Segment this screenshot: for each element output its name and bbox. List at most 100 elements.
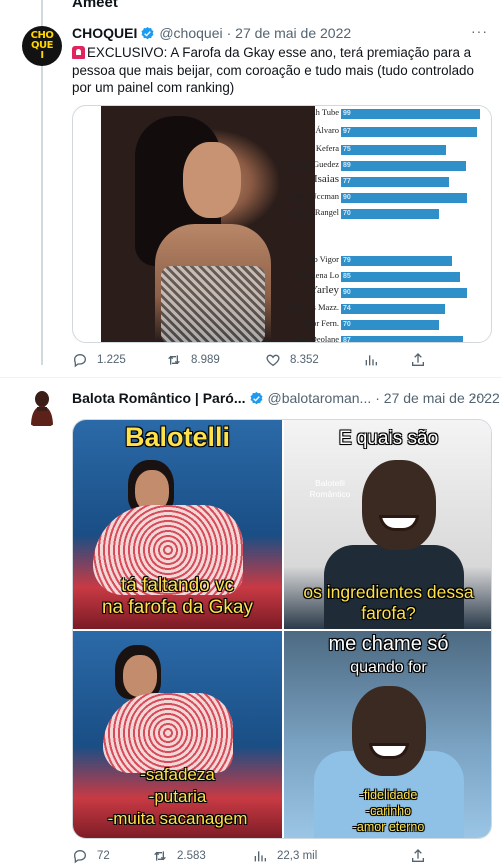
- share-icon: [412, 353, 424, 366]
- ranking-bar: 77: [341, 177, 449, 187]
- ranking-row: Álvaro 97: [305, 125, 481, 139]
- reply-icon: [73, 849, 87, 864]
- tweet1-handle[interactable]: @choquei: [159, 25, 222, 41]
- ranking-row: Rafa Uccman 90: [293, 191, 481, 205]
- avatar-choquei[interactable]: CHO QUE I: [22, 26, 62, 66]
- share-button[interactable]: [410, 352, 426, 368]
- retweet-count: 8.989: [191, 354, 220, 366]
- avatar-balota-romantico[interactable]: [22, 388, 62, 428]
- tweet1-date[interactable]: · 27 de mai de 2022: [227, 25, 352, 41]
- ranking-bar: 87: [341, 336, 463, 343]
- reply-icon: [73, 353, 87, 368]
- ranking-bar: 74: [341, 304, 445, 314]
- ranking-value: 90: [343, 289, 351, 296]
- ranking-row: Lucas Guedez 89: [291, 159, 481, 173]
- woman-portrait-photo: [101, 106, 315, 342]
- ranking-bar: 90: [341, 288, 467, 298]
- panel3-head-shape: [123, 655, 157, 697]
- meme-caption-p3-list: -safadeza -putaria -muita sacanagem: [73, 764, 282, 830]
- tweet1-author-name[interactable]: CHOQUEI: [72, 25, 137, 41]
- ranking-name: Pequena Lo: [298, 270, 339, 280]
- avatar-text-line-3: I: [40, 50, 44, 61]
- share-button[interactable]: [410, 848, 426, 864]
- ranking-name: Yarley: [310, 284, 339, 296]
- tweet1-image[interactable]: Viih Tube 99 Álvaro 97 Kefera 75 Lucas Guedez 8…: [72, 105, 492, 343]
- tweet2-author-name[interactable]: Balota Romântico | Paró...: [72, 390, 246, 406]
- panel2-head-shape: [362, 460, 436, 550]
- meme-line: farofa?: [361, 603, 416, 623]
- tweet2-meme-image[interactable]: Balotelli tá faltando vc na farofa da Gk…: [72, 419, 492, 839]
- meme-caption-p4-top: me chame só quando for: [284, 633, 491, 679]
- ranking-row: Pequena Lo 85: [299, 270, 481, 284]
- ranking-bar: 97: [341, 127, 477, 137]
- meme-line: tá faltando vc: [120, 575, 235, 596]
- ranking-name: Álvaro: [315, 125, 339, 135]
- watermark-line: Balotelli: [315, 478, 345, 488]
- ranking-name: Gil do Vigor: [296, 254, 339, 264]
- reply-count: 1.225: [97, 354, 126, 366]
- previous-tweet-cut-text: Ameet: [72, 0, 118, 11]
- meme-line: me chame só: [328, 633, 449, 655]
- tweet1-text: EXCLUSIVO: A Farofa da Gkay esse ano, te…: [72, 44, 482, 97]
- ranking-value: 77: [343, 178, 351, 185]
- reply-button[interactable]: 72: [72, 848, 110, 864]
- meme-line: quando for: [350, 659, 427, 676]
- photo-face-shape: [183, 142, 241, 218]
- retweet-button[interactable]: 8.989: [166, 352, 220, 368]
- meme-line: -amor eterno: [352, 820, 425, 834]
- ranking-row: Matheus Mazz. 74: [287, 302, 481, 316]
- watermark-text: Balotelli Romântico: [302, 478, 358, 500]
- ranking-bar: 70: [341, 209, 439, 219]
- tweet2-header: Balota Romântico | Paró... @balotaroman.…: [72, 390, 500, 406]
- ranking-name: Lucas Rangel: [292, 207, 340, 217]
- more-options-icon[interactable]: ···: [471, 388, 488, 404]
- ranking-row: Viih Tube 99: [305, 107, 481, 121]
- ranking-bar: 70: [341, 320, 439, 330]
- views-chart-icon: [254, 851, 266, 862]
- tweet2-handle[interactable]: @balotaroman...: [268, 390, 372, 406]
- ranking-value: 99: [343, 110, 351, 117]
- tweet2-actions: 72 2.583 22,3 mil: [72, 848, 492, 866]
- meme-caption-balotelli: Balotelli: [124, 422, 231, 452]
- retweet-count: 2.583: [177, 850, 206, 862]
- meme-line: -muita sacanagem: [107, 809, 248, 828]
- ranking-value: 97: [343, 128, 351, 135]
- share-icon: [412, 849, 424, 862]
- meme-line: -fidelidade: [359, 788, 418, 802]
- meme-line: -carinho: [365, 804, 412, 818]
- kiss-ranking-panel: Viih Tube 99 Álvaro 97 Kefera 75 Lucas Guedez 8…: [287, 106, 491, 343]
- ranking-bar: 99: [341, 109, 480, 119]
- meme-line: os ingredientes dessa: [303, 582, 474, 602]
- ranking-value: 70: [343, 210, 351, 217]
- ranking-value: 70: [343, 321, 351, 328]
- ranking-name: Dra Deolane: [295, 334, 339, 343]
- retweet-button[interactable]: 2.583: [152, 848, 206, 864]
- watermark-line: Romântico: [309, 489, 351, 499]
- meme-panel-3: -safadeza -putaria -muita sacanagem: [73, 631, 282, 838]
- ranking-value: 75: [343, 146, 351, 153]
- ranking-row: Yarley 90: [305, 284, 481, 300]
- views-button[interactable]: 22,3 mil: [252, 848, 317, 864]
- verified-badge-icon: [250, 391, 263, 404]
- like-button[interactable]: 8.352: [265, 352, 319, 368]
- ranking-row: Lucas Rangel 70: [293, 207, 481, 221]
- ranking-value: 87: [343, 337, 351, 343]
- more-options-icon[interactable]: ···: [471, 23, 488, 39]
- ranking-value: 90: [343, 194, 351, 201]
- photo-jewelry-shape: [161, 266, 265, 342]
- reply-button[interactable]: 1.225: [72, 352, 126, 368]
- ranking-value: 79: [343, 257, 351, 264]
- retweet-icon: [168, 355, 180, 365]
- meme-caption-p4-list: -fidelidade -carinho -amor eterno: [284, 787, 491, 835]
- meme-caption-p1-bottom: tá faltando vc na farofa da Gkay: [73, 575, 282, 619]
- ranking-row: Kefera 75: [305, 143, 481, 157]
- ranking-bar: 90: [341, 193, 467, 203]
- views-button[interactable]: [363, 352, 379, 368]
- ranking-bar: 79: [341, 256, 452, 266]
- meme-line: -safadeza: [140, 765, 215, 784]
- ranking-name: Matheus Mazz.: [286, 302, 339, 312]
- ranking-name: Lucas Guedez: [290, 159, 339, 169]
- views-count: 22,3 mil: [277, 850, 318, 862]
- meme-panel-2: E quais são Balotelli Romântico os ingre…: [284, 420, 491, 629]
- verified-badge-icon: [141, 26, 154, 39]
